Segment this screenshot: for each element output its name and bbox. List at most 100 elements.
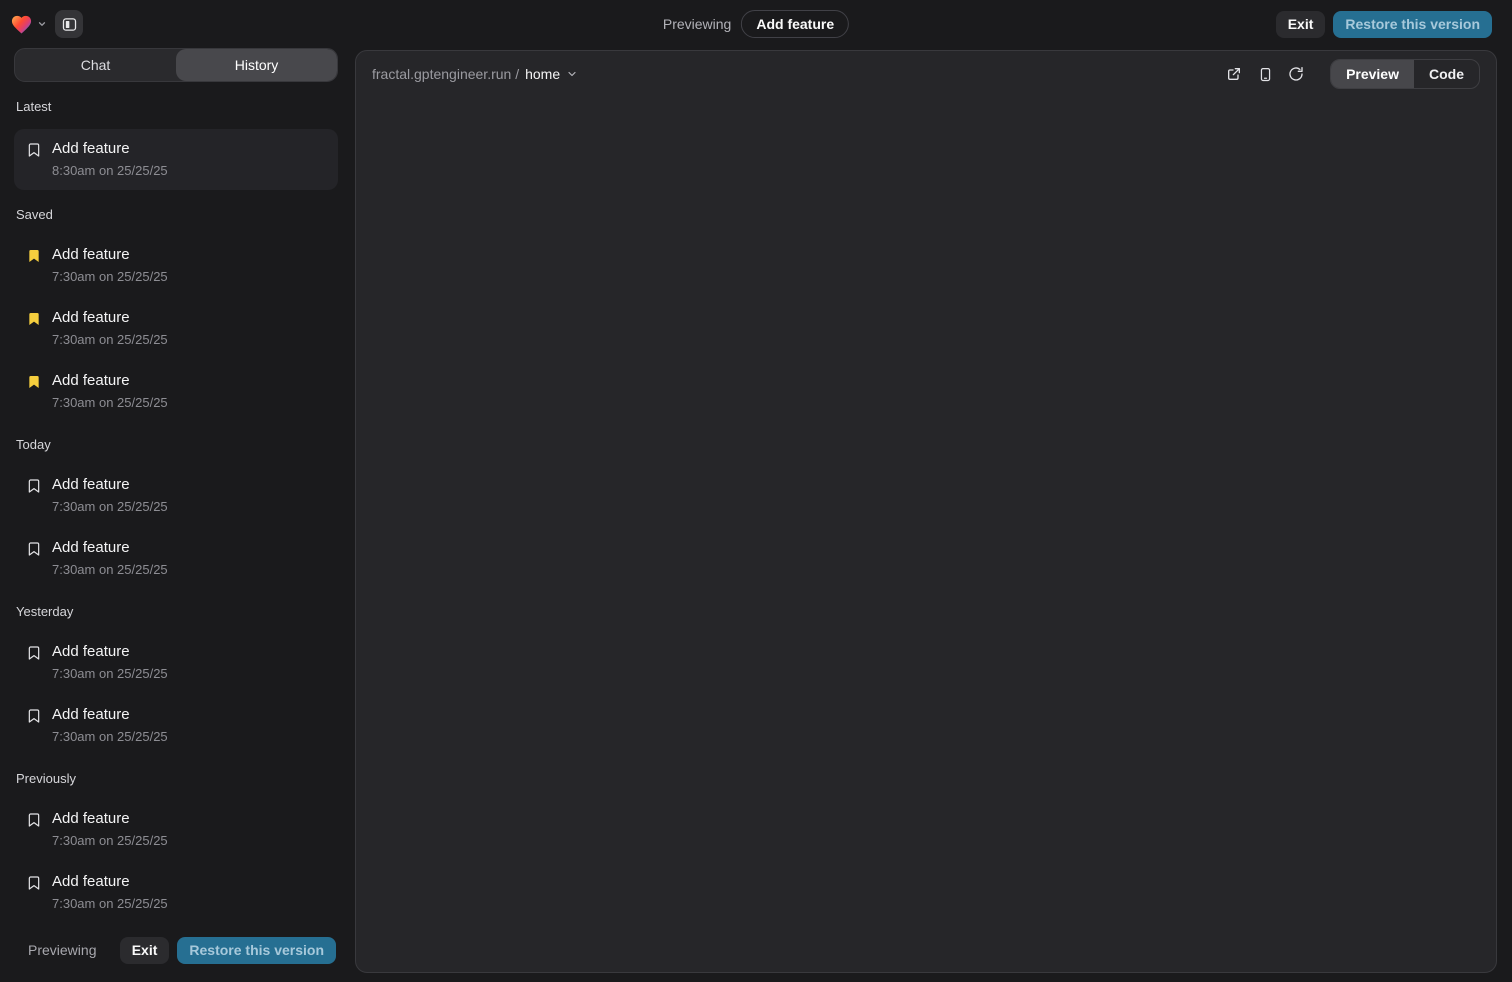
sidebar-tab-switcher: Chat History: [14, 48, 338, 82]
bookmark-filled-icon: [26, 311, 42, 327]
footer-restore-button[interactable]: Restore this version: [177, 937, 336, 964]
history-item-icon: [26, 872, 42, 913]
history-item-time: 7:30am on 25/25/25: [52, 331, 168, 349]
bookmark-outline-icon: [26, 708, 42, 724]
preview-url-prefix: fractal.gptengineer.run /: [372, 66, 519, 82]
footer-exit-button[interactable]: Exit: [120, 937, 170, 964]
history-item-icon: [26, 705, 42, 746]
history-item-title: Add feature: [52, 809, 168, 829]
footer-previewing-label: Previewing: [28, 942, 96, 958]
section-items: Add feature 7:30am on 25/25/25 Add featu…: [14, 801, 338, 921]
preview-code-toggle: Preview Code: [1330, 59, 1480, 89]
history-item[interactable]: Add feature 7:30am on 25/25/25: [14, 237, 338, 294]
history-item-icon: [26, 809, 42, 850]
preview-panel: fractal.gptengineer.run / home: [355, 50, 1497, 973]
history-item[interactable]: Add feature 7:30am on 25/25/25: [14, 467, 338, 524]
history-item-icon: [26, 642, 42, 683]
mobile-preview-button[interactable]: [1254, 63, 1276, 85]
history-item-title: Add feature: [52, 475, 168, 495]
refresh-icon: [1288, 66, 1304, 82]
section-items: Add feature 7:30am on 25/25/25 Add featu…: [14, 634, 338, 754]
bookmark-outline-icon: [26, 478, 42, 494]
mobile-preview-icon: [1258, 67, 1273, 82]
panel-left-icon: [61, 16, 78, 33]
tab-preview[interactable]: Preview: [1331, 60, 1414, 88]
history-item-title: Add feature: [52, 139, 168, 159]
topbar-left: [10, 10, 83, 38]
bookmark-outline-icon: [26, 142, 42, 158]
section-title: Yesterday: [16, 604, 336, 619]
section-title: Latest: [16, 99, 336, 114]
history-section: Saved Add feature 7:30am on 25/25/25 Add: [14, 207, 338, 420]
bookmark-filled-icon: [26, 374, 42, 390]
open-external-button[interactable]: [1223, 63, 1245, 85]
chevron-down-icon: [37, 19, 47, 29]
topbar: Previewing Add feature Exit Restore this…: [0, 0, 1512, 48]
history-item-time: 7:30am on 25/25/25: [52, 268, 168, 286]
history-sidebar: Chat History Latest Add feature 8:30am o…: [0, 48, 347, 982]
preview-header: fractal.gptengineer.run / home: [356, 51, 1496, 97]
history-item-icon: [26, 371, 42, 412]
history-item-time: 8:30am on 25/25/25: [52, 162, 168, 180]
history-item-time: 7:30am on 25/25/25: [52, 561, 168, 579]
history-item[interactable]: Add feature 7:30am on 25/25/25: [14, 363, 338, 420]
app-logo-menu[interactable]: [10, 13, 47, 36]
tab-chat[interactable]: Chat: [15, 49, 176, 81]
refresh-button[interactable]: [1285, 63, 1307, 85]
section-items: Add feature 7:30am on 25/25/25 Add featu…: [14, 237, 338, 420]
section-items: Add feature 8:30am on 25/25/25: [14, 129, 338, 190]
restore-version-button[interactable]: Restore this version: [1333, 11, 1492, 38]
bookmark-filled-icon: [26, 248, 42, 264]
history-section: Previously Add feature 7:30am on 25/25/2…: [14, 771, 338, 921]
tab-code[interactable]: Code: [1414, 60, 1479, 88]
history-item-title: Add feature: [52, 308, 168, 328]
history-item-time: 7:30am on 25/25/25: [52, 498, 168, 516]
bookmark-outline-icon: [26, 812, 42, 828]
history-item-title: Add feature: [52, 538, 168, 558]
history-item-title: Add feature: [52, 245, 168, 265]
open-external-icon: [1226, 66, 1242, 82]
version-name-pill: Add feature: [741, 10, 849, 38]
history-item-title: Add feature: [52, 642, 168, 662]
tab-history[interactable]: History: [176, 49, 337, 81]
preview-content: [356, 97, 1496, 972]
history-list: Latest Add feature 8:30am on 25/25/25 Sa…: [14, 82, 338, 924]
section-items: Add feature 7:30am on 25/25/25 Add featu…: [14, 467, 338, 587]
bookmark-outline-icon: [26, 645, 42, 661]
history-item-icon: [26, 245, 42, 286]
history-section: Yesterday Add feature 7:30am on 25/25/25: [14, 604, 338, 754]
chevron-down-icon: [566, 68, 578, 80]
history-item-title: Add feature: [52, 872, 168, 892]
sidebar-footer: Previewing Exit Restore this version: [14, 930, 338, 970]
history-item-time: 7:30am on 25/25/25: [52, 665, 168, 683]
history-item[interactable]: Add feature 7:30am on 25/25/25: [14, 634, 338, 691]
history-item[interactable]: Add feature 7:30am on 25/25/25: [14, 864, 338, 921]
section-title: Today: [16, 437, 336, 452]
topbar-right: Exit Restore this version: [1276, 11, 1492, 38]
history-item[interactable]: Add feature 7:30am on 25/25/25: [14, 697, 338, 754]
history-item-title: Add feature: [52, 371, 168, 391]
lovable-heart-logo-icon: [10, 13, 33, 36]
history-section: Latest Add feature 8:30am on 25/25/25: [14, 99, 338, 190]
history-item[interactable]: Add feature 7:30am on 25/25/25: [14, 300, 338, 357]
history-item-time: 7:30am on 25/25/25: [52, 832, 168, 850]
history-item[interactable]: Add feature 7:30am on 25/25/25: [14, 530, 338, 587]
bookmark-outline-icon: [26, 541, 42, 557]
history-item-icon: [26, 139, 42, 180]
bookmark-outline-icon: [26, 875, 42, 891]
section-title: Previously: [16, 771, 336, 786]
topbar-center: Previewing Add feature: [663, 10, 849, 38]
toggle-sidebar-button[interactable]: [55, 10, 83, 38]
section-title: Saved: [16, 207, 336, 222]
history-item-title: Add feature: [52, 705, 168, 725]
exit-button[interactable]: Exit: [1276, 11, 1326, 38]
history-item-icon: [26, 538, 42, 579]
history-section: Today Add feature 7:30am on 25/25/25 Add: [14, 437, 338, 587]
history-item[interactable]: Add feature 7:30am on 25/25/25: [14, 801, 338, 858]
footer-actions: Exit Restore this version: [120, 937, 336, 964]
history-item[interactable]: Add feature 8:30am on 25/25/25: [14, 129, 338, 190]
history-item-time: 7:30am on 25/25/25: [52, 394, 168, 412]
previewing-label: Previewing: [663, 16, 731, 32]
preview-url-selector[interactable]: fractal.gptengineer.run / home: [372, 66, 578, 82]
preview-actions: Preview Code: [1223, 59, 1480, 89]
